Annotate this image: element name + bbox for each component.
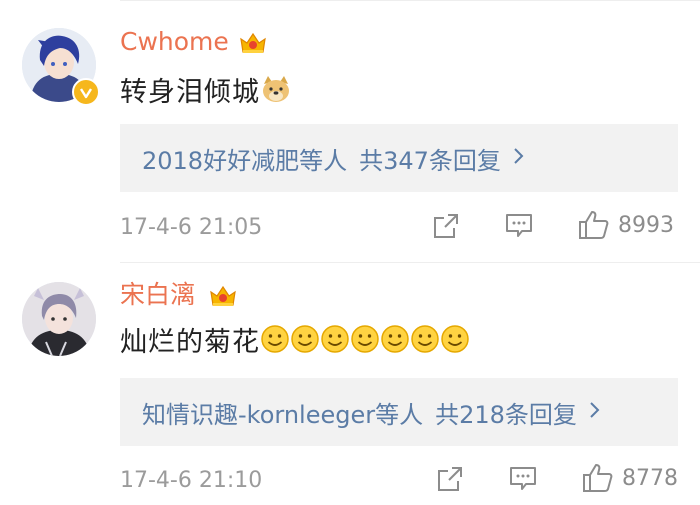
timestamp: 17-4-6 21:05 (120, 215, 263, 240)
smile-emoji-icon (260, 324, 290, 363)
reply-users[interactable]: 2018好好减肥等人 (120, 141, 347, 176)
chevron-right-icon (513, 147, 525, 169)
smile-emoji-icon (410, 324, 440, 363)
chevron-right-icon (589, 401, 601, 423)
share-icon (438, 467, 462, 491)
like-count: 8778 (622, 465, 678, 491)
thumbs-up-icon (579, 211, 609, 239)
share-icon (434, 214, 458, 238)
comment-button[interactable] (508, 465, 538, 493)
share-button[interactable] (436, 465, 464, 493)
reply-count[interactable]: 共218条回复 (435, 395, 577, 430)
username[interactable]: 宋白漓 (120, 280, 195, 310)
comment-item: Cwhome 转身泪倾城 2018好好减肥等人 共347条回复 17-4-6 2… (0, 0, 700, 262)
smile-emoji-icon (290, 324, 320, 363)
doge-emoji-icon (260, 74, 292, 113)
vip-crown-icon (208, 283, 238, 309)
share-button[interactable] (432, 212, 460, 240)
comment-item: 宋白漓 灿烂的菊花 知情识趣-kornleeger等人 共218条回复 17-4… (0, 262, 700, 505)
smile-emoji-icon (440, 324, 470, 363)
comment-text-content: 灿烂的菊花 (120, 327, 260, 358)
verified-badge-icon (72, 78, 100, 106)
reply-count[interactable]: 共347条回复 (359, 141, 501, 176)
comment-button[interactable] (504, 212, 534, 240)
comment-text-content: 转身泪倾城 (120, 77, 260, 108)
avatar[interactable] (22, 282, 96, 356)
comment-text: 转身泪倾城 (120, 74, 292, 113)
vip-crown-icon (238, 30, 268, 56)
thumbs-up-icon (583, 464, 613, 492)
comment-list: Cwhome 转身泪倾城 2018好好减肥等人 共347条回复 17-4-6 2… (0, 0, 700, 505)
comment-icon (506, 214, 532, 237)
reply-summary[interactable]: 知情识趣-kornleeger等人 共218条回复 (120, 378, 678, 446)
like-count: 8993 (618, 212, 674, 238)
like-button[interactable]: 8993 (578, 210, 674, 240)
timestamp: 17-4-6 21:10 (120, 468, 263, 493)
reply-users[interactable]: 知情识趣-kornleeger等人 (120, 395, 423, 430)
comment-text: 灿烂的菊花 (120, 324, 470, 363)
comment-icon (510, 467, 536, 490)
username[interactable]: Cwhome (120, 27, 229, 57)
smile-emoji-icon (350, 324, 380, 363)
smile-emoji-icon (380, 324, 410, 363)
reply-summary[interactable]: 2018好好减肥等人 共347条回复 (120, 124, 678, 192)
avatar-image (22, 282, 96, 356)
smile-emoji-icon (320, 324, 350, 363)
like-button[interactable]: 8778 (582, 463, 678, 493)
